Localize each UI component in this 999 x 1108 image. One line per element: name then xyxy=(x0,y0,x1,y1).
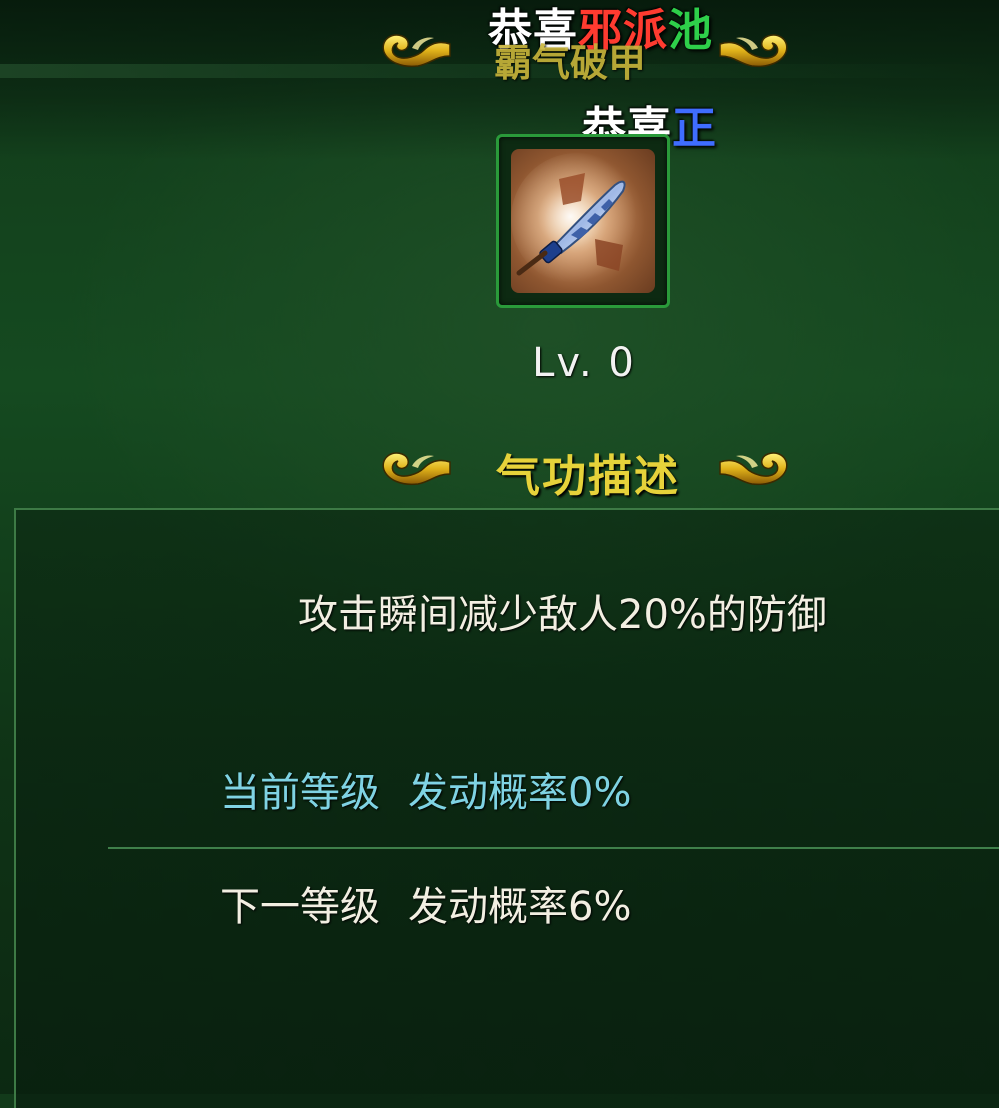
skill-level: Lv. 0 xyxy=(532,340,636,386)
current-level-value: 发动概率0% xyxy=(408,770,632,816)
announcement-2-blue-text: 正 xyxy=(672,103,717,154)
section-title: 气功描述 xyxy=(496,451,680,502)
cloud-swirl-right-icon xyxy=(719,452,788,486)
skill-icon-slot[interactable] xyxy=(496,134,670,308)
next-level-value: 发动概率6% xyxy=(408,884,632,930)
cloud-swirl-left-icon xyxy=(382,452,451,486)
next-level-label: 下一等级 xyxy=(220,884,380,930)
sword-skill-icon xyxy=(511,149,655,293)
cloud-swirl-left-icon xyxy=(382,34,451,68)
skill-name: 霸气破甲 xyxy=(494,41,647,85)
announcement-1-green-text: 池 xyxy=(668,5,713,56)
cloud-swirl-right-icon xyxy=(719,34,788,68)
skill-description: 攻击瞬间减少敌人20%的防御 xyxy=(298,592,827,638)
current-level-row: 当前等级 发动概率0% xyxy=(220,760,631,818)
current-level-label: 当前等级 xyxy=(220,770,380,816)
row-divider xyxy=(108,847,999,849)
next-level-row: 下一等级 发动概率6% xyxy=(220,874,631,932)
